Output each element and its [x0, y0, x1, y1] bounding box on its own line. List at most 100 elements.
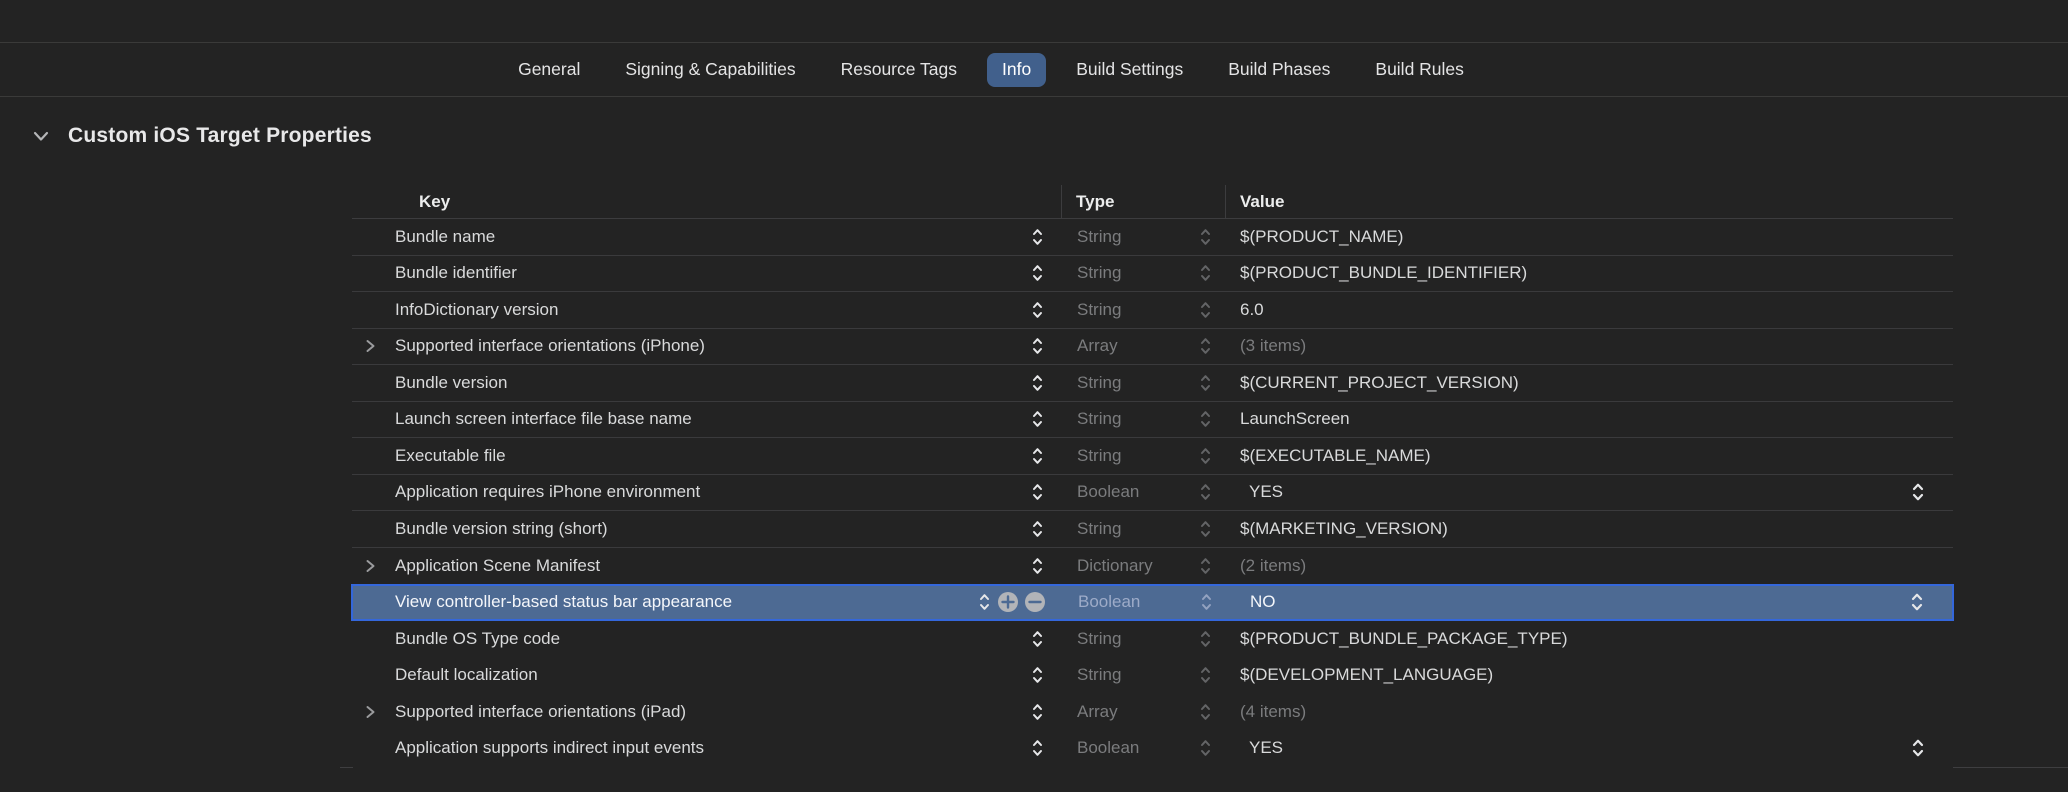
- value-cell[interactable]: $(PRODUCT_BUNDLE_IDENTIFIER): [1225, 256, 1953, 292]
- tab-signing-capabilities[interactable]: Signing & Capabilities: [625, 53, 795, 87]
- type-label: String: [1077, 665, 1121, 685]
- remove-row-button[interactable]: [1024, 591, 1046, 613]
- tab-group: General Signing & Capabilities Resource Ta…: [518, 53, 1464, 87]
- key-stepper-icon[interactable]: [1030, 553, 1045, 579]
- value-dropdown-icon[interactable]: [1910, 479, 1925, 505]
- type-cell: Array: [1061, 694, 1225, 731]
- type-stepper-icon[interactable]: [1198, 479, 1213, 505]
- type-stepper-icon[interactable]: [1198, 443, 1213, 469]
- type-label: Boolean: [1078, 592, 1140, 612]
- table-row[interactable]: Supported interface orientations (iPhone…: [352, 329, 1953, 366]
- type-stepper-icon[interactable]: [1198, 516, 1213, 542]
- key-label: Bundle name: [395, 227, 495, 247]
- tab-label: Signing & Capabilities: [625, 59, 795, 80]
- value-cell[interactable]: YES: [1225, 475, 1953, 511]
- key-stepper-icon[interactable]: [1030, 699, 1045, 725]
- value-cell[interactable]: $(PRODUCT_BUNDLE_PACKAGE_TYPE): [1225, 621, 1953, 658]
- key-label: Supported interface orientations (iPhone…: [395, 336, 705, 356]
- value-cell[interactable]: (3 items): [1225, 329, 1953, 365]
- key-label: Application supports indirect input even…: [395, 738, 704, 758]
- key-stepper-icon[interactable]: [1030, 260, 1045, 286]
- table-row[interactable]: Application requires iPhone environment …: [352, 475, 1953, 512]
- key-stepper-icon[interactable]: [1030, 333, 1045, 359]
- value-label: 6.0: [1240, 300, 1264, 320]
- key-stepper-icon[interactable]: [1030, 516, 1045, 542]
- key-stepper-icon[interactable]: [977, 589, 992, 615]
- value-cell[interactable]: $(DEVELOPMENT_LANGUAGE): [1225, 657, 1953, 694]
- chevron-right-icon[interactable]: [361, 703, 379, 721]
- add-row-button[interactable]: [997, 591, 1019, 613]
- value-cell[interactable]: $(PRODUCT_NAME): [1225, 219, 1953, 255]
- type-label: String: [1077, 519, 1121, 539]
- type-stepper-icon[interactable]: [1198, 260, 1213, 286]
- table-row[interactable]: Bundle name String $(PRODUCT_NAME): [352, 219, 1953, 256]
- key-stepper-icon[interactable]: [1030, 626, 1045, 652]
- value-cell[interactable]: (4 items): [1225, 694, 1953, 731]
- type-stepper-icon[interactable]: [1198, 333, 1213, 359]
- key-cell: Supported interface orientations (iPhone…: [352, 329, 1061, 365]
- value-cell[interactable]: (2 items): [1225, 548, 1953, 585]
- type-stepper-icon[interactable]: [1198, 553, 1213, 579]
- chevron-right-icon[interactable]: [361, 557, 379, 575]
- tab-build-settings[interactable]: Build Settings: [1076, 53, 1183, 87]
- type-label: String: [1077, 300, 1121, 320]
- value-dropdown-icon[interactable]: [1910, 735, 1925, 761]
- tab-resource-tags[interactable]: Resource Tags: [841, 53, 957, 87]
- key-stepper-icon[interactable]: [1030, 406, 1045, 432]
- key-label: Bundle identifier: [395, 263, 517, 283]
- value-cell[interactable]: $(MARKETING_VERSION): [1225, 511, 1953, 547]
- key-stepper-icon[interactable]: [1030, 370, 1045, 396]
- table-row[interactable]: Bundle version string (short) String $(M…: [352, 511, 1953, 548]
- table-row[interactable]: View controller-based status bar appeara…: [351, 584, 1954, 621]
- table-row[interactable]: Executable file String $(EXECUTABLE_NAME…: [352, 438, 1953, 475]
- table-row[interactable]: InfoDictionary version String 6.0: [352, 292, 1953, 329]
- table-row[interactable]: Default localization String $(DEVELOPMEN…: [352, 657, 1953, 694]
- key-label: Executable file: [395, 446, 506, 466]
- value-dropdown-icon[interactable]: [1909, 589, 1924, 615]
- type-stepper-icon[interactable]: [1198, 297, 1213, 323]
- key-stepper-icon[interactable]: [1030, 224, 1045, 250]
- key-stepper-icon[interactable]: [1030, 479, 1045, 505]
- table-row[interactable]: Bundle version String $(CURRENT_PROJECT_…: [352, 365, 1953, 402]
- type-stepper-icon[interactable]: [1198, 735, 1213, 761]
- chevron-down-icon[interactable]: [30, 125, 52, 147]
- key-cell: Executable file: [352, 438, 1061, 474]
- key-cell: Supported interface orientations (iPad): [352, 694, 1061, 731]
- type-stepper-icon[interactable]: [1198, 406, 1213, 432]
- value-cell[interactable]: 6.0: [1225, 292, 1953, 328]
- value-cell[interactable]: $(CURRENT_PROJECT_VERSION): [1225, 365, 1953, 401]
- section-header[interactable]: Custom iOS Target Properties: [30, 120, 372, 152]
- table-row[interactable]: Application Scene Manifest Dictionary (2…: [352, 548, 1953, 585]
- tab-build-rules[interactable]: Build Rules: [1375, 53, 1464, 87]
- table-row[interactable]: Launch screen interface file base name S…: [352, 402, 1953, 439]
- table-row[interactable]: Bundle identifier String $(PRODUCT_BUNDL…: [352, 256, 1953, 293]
- chevron-right-icon[interactable]: [361, 337, 379, 355]
- key-label: Application Scene Manifest: [395, 556, 600, 576]
- key-label: Bundle version: [395, 373, 507, 393]
- type-stepper-icon[interactable]: [1198, 370, 1213, 396]
- value-cell[interactable]: YES: [1225, 730, 1953, 767]
- type-stepper-icon[interactable]: [1198, 699, 1213, 725]
- type-stepper-icon[interactable]: [1199, 589, 1214, 615]
- table-row[interactable]: Bundle OS Type code String $(PRODUCT_BUN…: [352, 621, 1953, 658]
- tab-general[interactable]: General: [518, 53, 580, 87]
- type-stepper-icon[interactable]: [1198, 626, 1213, 652]
- key-stepper-icon[interactable]: [1030, 735, 1045, 761]
- type-stepper-icon[interactable]: [1198, 224, 1213, 250]
- value-cell[interactable]: $(EXECUTABLE_NAME): [1225, 438, 1953, 474]
- value-cell[interactable]: NO: [1226, 586, 1952, 619]
- key-label: Launch screen interface file base name: [395, 409, 692, 429]
- key-cell: View controller-based status bar appeara…: [353, 586, 1062, 619]
- key-cell: Bundle identifier: [352, 256, 1061, 292]
- table-row[interactable]: Supported interface orientations (iPad) …: [352, 694, 1953, 731]
- value-cell[interactable]: LaunchScreen: [1225, 402, 1953, 438]
- tab-build-phases[interactable]: Build Phases: [1228, 53, 1330, 87]
- key-stepper-icon[interactable]: [1030, 443, 1045, 469]
- key-stepper-icon[interactable]: [1030, 662, 1045, 688]
- table-row[interactable]: Application supports indirect input even…: [352, 730, 1953, 767]
- tab-info[interactable]: Info: [987, 53, 1046, 87]
- column-header-key: Key: [352, 185, 1061, 218]
- type-stepper-icon[interactable]: [1198, 662, 1213, 688]
- type-cell: Boolean: [1061, 730, 1225, 767]
- key-stepper-icon[interactable]: [1030, 297, 1045, 323]
